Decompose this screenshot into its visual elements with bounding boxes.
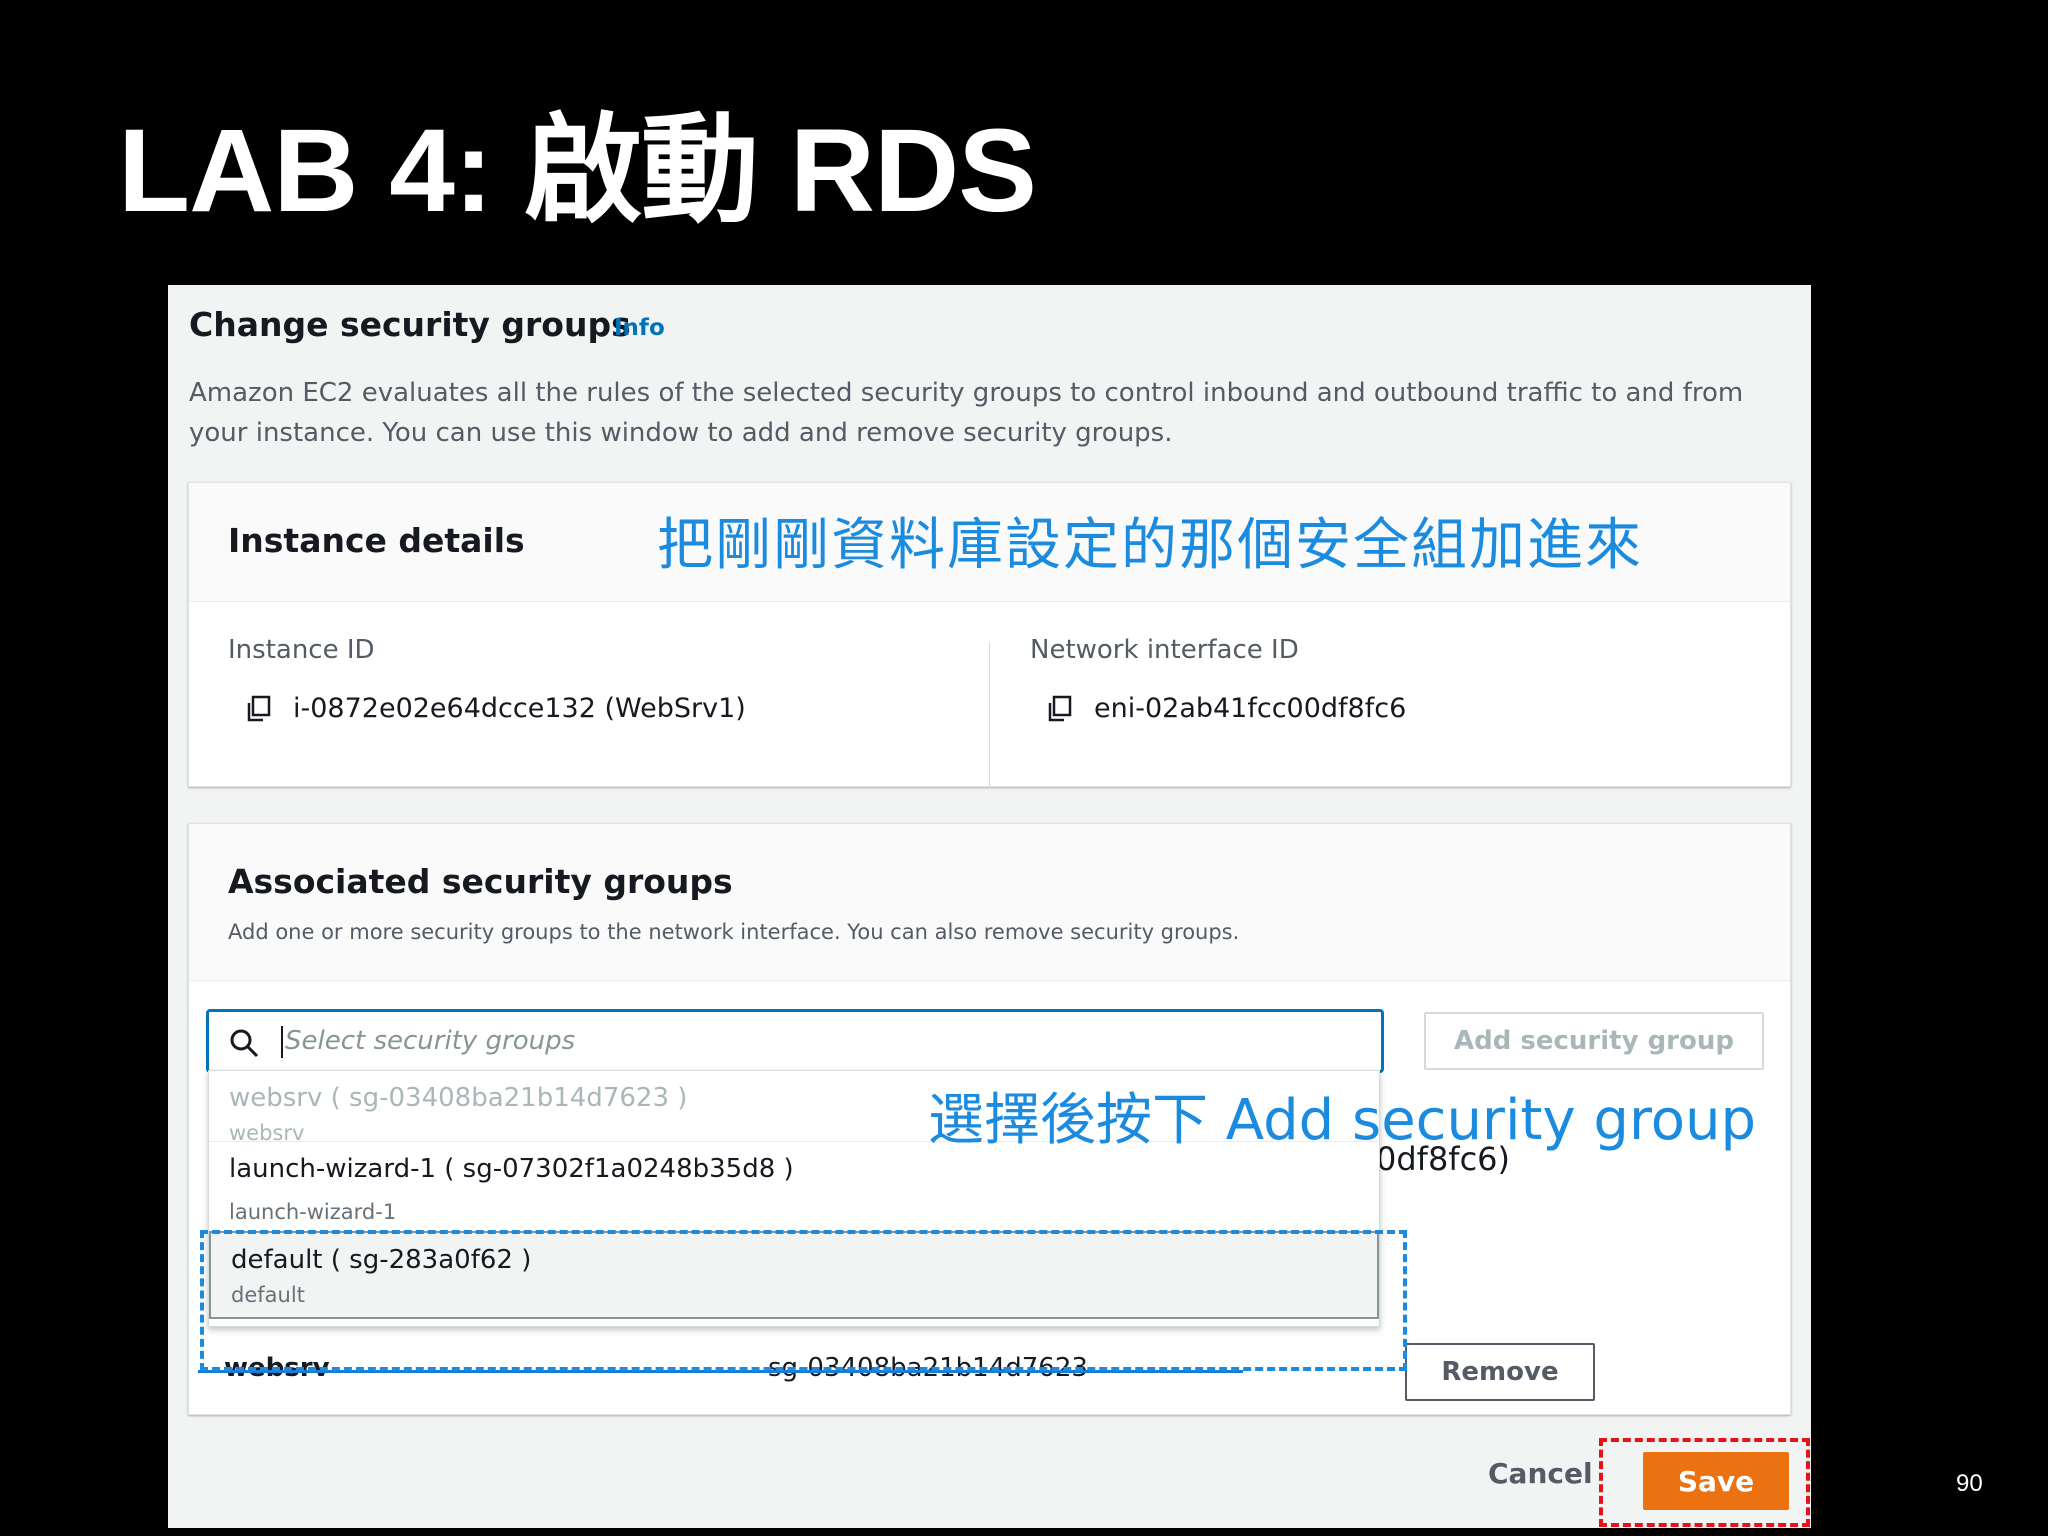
- network-interface-value: eni-02ab41fcc00df8fc6: [1094, 693, 1407, 724]
- page-number: 90: [1956, 1470, 1983, 1497]
- option-subtext: launch-wizard-1: [229, 1200, 397, 1224]
- selection-highlight-box: [200, 1230, 1407, 1371]
- column-divider: [989, 643, 990, 788]
- instance-id-label: Instance ID: [228, 635, 375, 665]
- instance-details-title: Instance details: [228, 521, 525, 560]
- slide-title: LAB 4: 啟動 RDS: [118, 105, 1037, 237]
- save-highlight-box: [1599, 1438, 1810, 1527]
- cancel-button[interactable]: Cancel: [1488, 1457, 1593, 1490]
- copy-icon[interactable]: [245, 695, 271, 723]
- copy-icon[interactable]: [1046, 695, 1072, 723]
- option-name: launch-wizard-1 ( sg-07302f1a0248b35d8 ): [229, 1154, 794, 1184]
- instance-id-value: i-0872e02e64dcce132 (WebSrv1): [293, 693, 746, 724]
- text-cursor: [281, 1026, 283, 1058]
- security-group-search[interactable]: [206, 1009, 1384, 1073]
- search-input[interactable]: [285, 1018, 1345, 1064]
- search-icon: [230, 1029, 259, 1058]
- annotation-instruction-top: 把剛剛資料庫設定的那個安全組加進來: [657, 513, 1643, 578]
- add-security-group-button[interactable]: Add security group: [1424, 1012, 1764, 1070]
- remove-button[interactable]: Remove: [1405, 1343, 1595, 1401]
- option-name: websrv ( sg-03408ba21b14d7623 ): [229, 1083, 688, 1113]
- associated-title: Associated security groups: [228, 862, 733, 901]
- annotation-instruction-select: 選擇後按下 Add security group: [928, 1088, 1757, 1153]
- panel-description: Amazon EC2 evaluates all the rules of th…: [189, 378, 1744, 448]
- associated-description: Add one or more security groups to the n…: [228, 920, 1240, 944]
- associated-header: Associated security groups Add one or mo…: [189, 824, 1790, 981]
- network-interface-label: Network interface ID: [1030, 635, 1299, 665]
- panel-title: Change security groups: [189, 305, 631, 344]
- info-link[interactable]: Info: [614, 315, 665, 341]
